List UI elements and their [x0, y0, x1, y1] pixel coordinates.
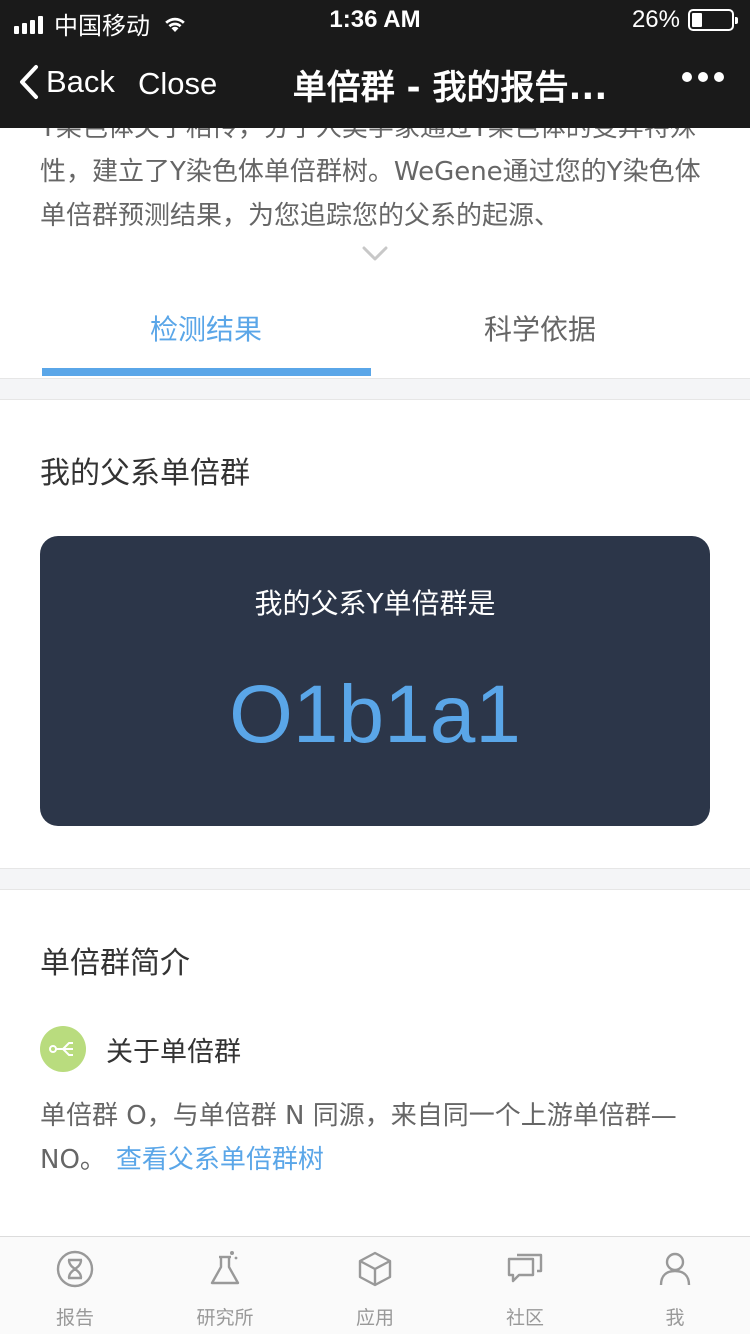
tabbar-label: 报告 — [55, 1307, 94, 1329]
more-dots-icon — [682, 72, 692, 82]
intro-section-title: 单倍群简介 — [40, 946, 190, 981]
about-haplogroup-title: 关于单倍群 — [106, 1036, 241, 1068]
section-divider — [0, 868, 750, 890]
branch-icon — [40, 1026, 86, 1072]
cube-icon — [358, 1251, 392, 1287]
tabbar-label: 社区 — [505, 1307, 544, 1329]
chat-bubbles-icon — [507, 1253, 543, 1283]
more-options-button[interactable] — [676, 72, 724, 82]
section-divider — [0, 378, 750, 400]
bottom-tab-bar: 报告 研究所 应用 社区 我 — [0, 1236, 750, 1334]
tab-results[interactable]: 检测结果 — [150, 308, 262, 348]
close-button[interactable]: Close — [138, 66, 217, 102]
page-title: 单倍群 - 我的报告... — [292, 68, 608, 108]
dna-report-icon — [56, 1250, 94, 1288]
nav-bar: Back Close 单倍群 - 我的报告... — [0, 40, 750, 128]
tabbar-item-report[interactable]: 报告 — [0, 1249, 150, 1330]
haplogroup-description: 单倍群 O，与单倍群 N 同源，来自同一个上游单倍群—NO。 查看父系单倍群树 — [40, 1094, 710, 1182]
report-tabs: 检测结果 科学依据 — [0, 280, 750, 378]
tabbar-item-community[interactable]: 社区 — [450, 1249, 600, 1330]
status-right: 26% — [631, 6, 738, 34]
haplogroup-card-label: 我的父系Y单倍群是 — [254, 587, 496, 620]
tabbar-label: 我 — [665, 1307, 685, 1329]
back-button[interactable]: Back — [18, 64, 115, 100]
person-icon — [659, 1252, 691, 1286]
result-section-title: 我的父系单倍群 — [40, 456, 250, 491]
battery-icon — [688, 9, 738, 31]
chevron-left-icon — [20, 65, 38, 99]
battery-percent: 26% — [631, 6, 680, 33]
view-paternal-tree-link[interactable]: 查看父系单倍群树 — [116, 1145, 324, 1175]
tabbar-item-institute[interactable]: 研究所 — [150, 1249, 300, 1330]
haplogroup-value: O1b1a1 — [229, 669, 521, 760]
tabbar-item-apps[interactable]: 应用 — [300, 1249, 450, 1330]
tabbar-label: 应用 — [355, 1307, 394, 1329]
intro-text: Y染色体关于相传，分子人类学家通过Y染色体的变异特殊性，建立了Y染色体单倍群树。… — [40, 128, 701, 231]
haplogroup-card: 我的父系Y单倍群是 O1b1a1 — [40, 536, 710, 826]
tab-scientific-basis[interactable]: 科学依据 — [484, 308, 596, 348]
chevron-down-icon[interactable] — [362, 246, 388, 262]
flask-icon — [210, 1251, 240, 1285]
about-haplogroup-row: 关于单倍群 — [40, 1026, 241, 1072]
tab-active-indicator — [42, 368, 371, 376]
tabbar-item-me[interactable]: 我 — [600, 1249, 750, 1330]
status-bar: 中国移动 1:36 AM 26% — [0, 0, 750, 40]
tabbar-label: 研究所 — [196, 1307, 254, 1329]
back-label: Back — [46, 64, 115, 99]
